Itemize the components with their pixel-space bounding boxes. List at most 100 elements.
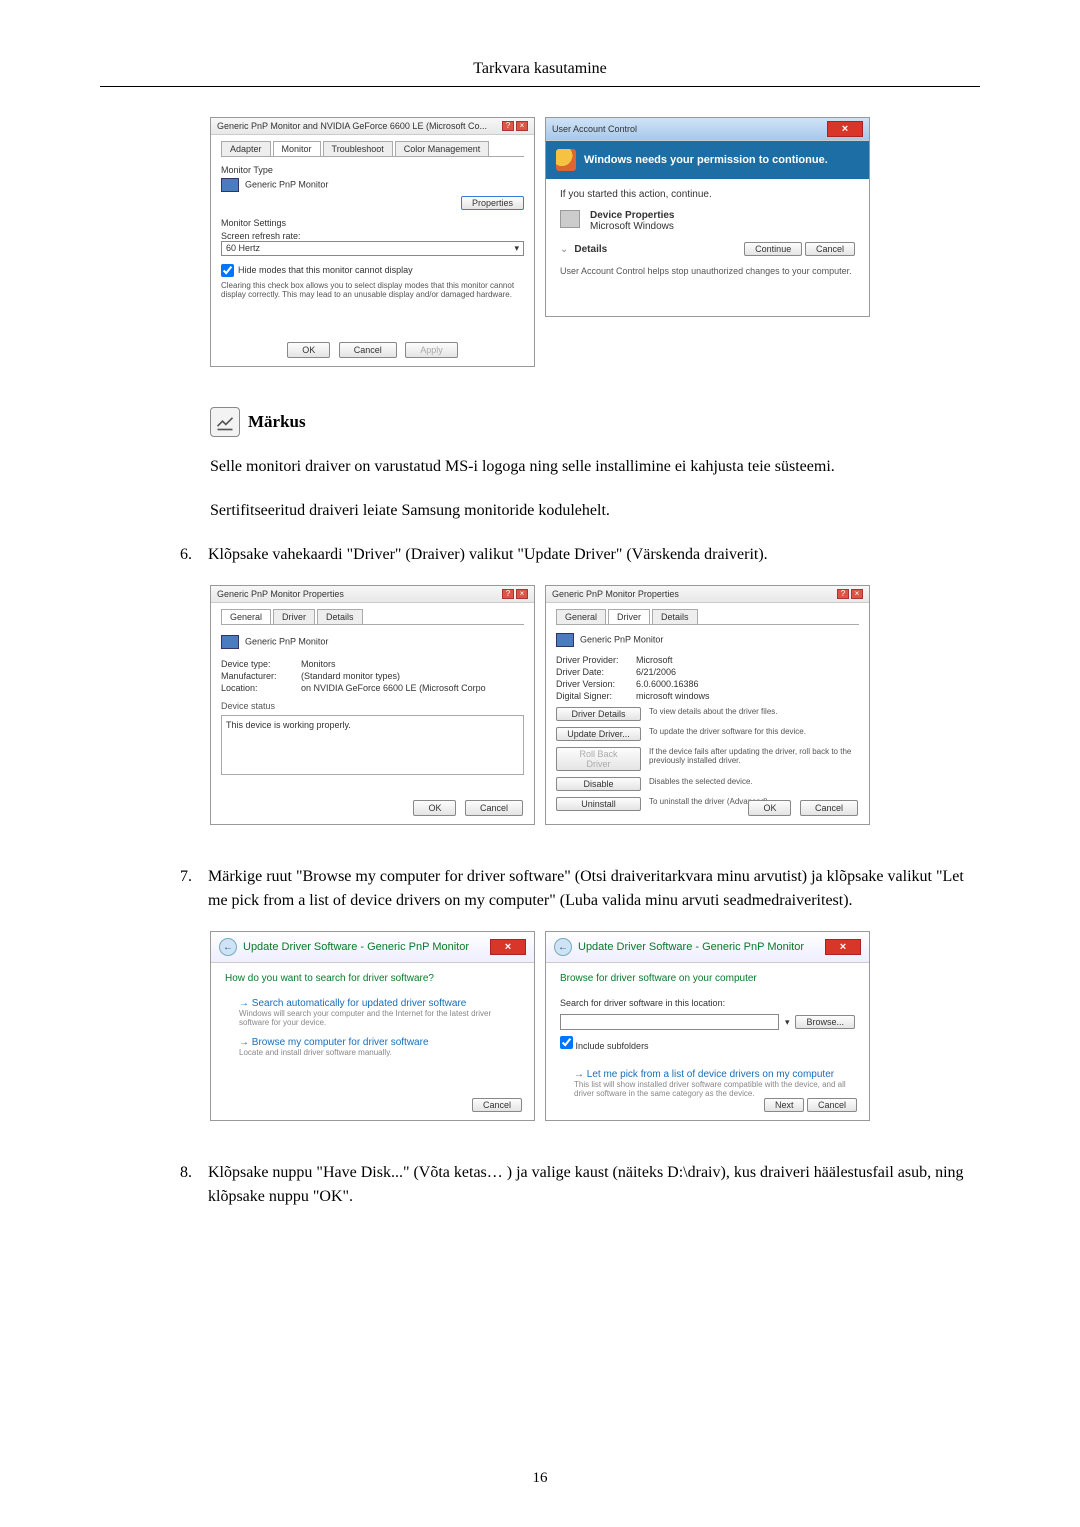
- wizard-breadcrumb: Update Driver Software - Generic PnP Mon…: [243, 941, 469, 953]
- note-label: Märkus: [248, 412, 306, 432]
- step-number: 8.: [180, 1161, 208, 1209]
- driver-details-desc: To view details about the driver files.: [649, 707, 859, 716]
- search-location-label: Search for driver software in this locat…: [560, 998, 855, 1008]
- note-paragraph-1: Selle monitori draiver on varustatud MS-…: [210, 455, 980, 479]
- uac-hint: User Account Control helps stop unauthor…: [560, 266, 855, 276]
- chevron-down-icon[interactable]: ▾: [785, 1017, 790, 1028]
- include-subfolders-checkbox[interactable]: [560, 1036, 573, 1049]
- tab-general[interactable]: General: [221, 609, 271, 624]
- uninstall-button[interactable]: Uninstall: [556, 797, 641, 811]
- tab-adapter[interactable]: Adapter: [221, 141, 271, 156]
- tab-details[interactable]: Details: [317, 609, 363, 624]
- option-browse-computer[interactable]: Browse my computer for driver software L…: [225, 1037, 520, 1057]
- next-button[interactable]: Next: [764, 1098, 805, 1112]
- step-text: Märkige ruut "Browse my computer for dri…: [208, 865, 980, 913]
- note-icon: [210, 407, 240, 437]
- monitor-icon: [221, 635, 239, 649]
- tab-color-management[interactable]: Color Management: [395, 141, 490, 156]
- tab-monitor[interactable]: Monitor: [273, 141, 321, 156]
- close-button[interactable]: ×: [827, 121, 863, 137]
- option-subtitle: Locate and install driver software manua…: [239, 1048, 520, 1057]
- cancel-button[interactable]: Cancel: [472, 1098, 522, 1112]
- date-label: Driver Date:: [556, 667, 636, 677]
- disable-desc: Disables the selected device.: [649, 777, 859, 786]
- cancel-button[interactable]: Cancel: [465, 800, 523, 816]
- window-controls[interactable]: ?×: [837, 589, 863, 599]
- window-controls[interactable]: ?×: [502, 121, 528, 131]
- hide-modes-checkbox[interactable]: [221, 264, 234, 277]
- option-search-auto[interactable]: Search automatically for updated driver …: [225, 998, 520, 1027]
- monitor-properties-dialog: Generic PnP Monitor and NVIDIA GeForce 6…: [210, 117, 535, 367]
- cancel-button[interactable]: Cancel: [800, 800, 858, 816]
- shield-icon: [556, 149, 576, 171]
- option-title: Browse my computer for driver software: [239, 1037, 520, 1048]
- uac-item-title: Device Properties: [590, 210, 675, 221]
- signer-label: Digital Signer:: [556, 691, 636, 701]
- hide-modes-label: Hide modes that this monitor cannot disp…: [238, 265, 413, 275]
- option-title: Search automatically for updated driver …: [239, 998, 520, 1009]
- ok-button[interactable]: OK: [748, 800, 791, 816]
- monitor-type-value: Generic PnP Monitor: [245, 179, 328, 189]
- disable-button[interactable]: Disable: [556, 777, 641, 791]
- monitor-type-label: Monitor Type: [221, 165, 524, 175]
- hide-modes-description: Clearing this check box allows you to se…: [221, 281, 524, 299]
- include-subfolders-label: Include subfolders: [576, 1041, 649, 1051]
- header-rule: [100, 86, 980, 87]
- device-properties-icon: [560, 210, 580, 228]
- path-input[interactable]: [560, 1014, 779, 1030]
- uac-dialog: User Account Control × Windows needs you…: [545, 117, 870, 317]
- ok-button[interactable]: OK: [287, 342, 330, 358]
- step-number: 7.: [180, 865, 208, 913]
- option-title: Let me pick from a list of device driver…: [574, 1069, 855, 1080]
- details-toggle[interactable]: Details: [574, 244, 607, 255]
- properties-general-dialog: Generic PnP Monitor Properties?× General…: [210, 585, 535, 825]
- properties-button[interactable]: Properties: [461, 196, 524, 210]
- tab-details[interactable]: Details: [652, 609, 698, 624]
- ok-button[interactable]: OK: [413, 800, 456, 816]
- apply-button[interactable]: Apply: [405, 342, 458, 358]
- tab-general[interactable]: General: [556, 609, 606, 624]
- back-button[interactable]: ←: [219, 938, 237, 956]
- tab-troubleshoot[interactable]: Troubleshoot: [323, 141, 393, 156]
- uac-item-subtitle: Microsoft Windows: [590, 221, 675, 232]
- monitor-settings-label: Monitor Settings: [221, 218, 524, 228]
- dialog-title: Generic PnP Monitor Properties: [552, 589, 679, 599]
- driver-details-button[interactable]: Driver Details: [556, 707, 641, 721]
- refresh-rate-select[interactable]: 60 Hertz ▾: [221, 241, 524, 256]
- device-name: Generic PnP Monitor: [580, 634, 663, 644]
- update-driver-desc: To update the driver software for this d…: [649, 727, 859, 736]
- provider-value: Microsoft: [636, 655, 673, 665]
- refresh-rate-label: Screen refresh rate:: [221, 231, 524, 241]
- wizard-heading: Browse for driver software on your compu…: [560, 973, 855, 984]
- tab-driver[interactable]: Driver: [608, 609, 650, 624]
- manufacturer-value: (Standard monitor types): [301, 671, 400, 681]
- rollback-driver-desc: If the device fails after updating the d…: [649, 747, 859, 765]
- rollback-driver-button[interactable]: Roll Back Driver: [556, 747, 641, 771]
- refresh-rate-value: 60 Hertz: [226, 243, 260, 254]
- note-paragraph-2: Sertifitseeritud draiveri leiate Samsung…: [210, 499, 980, 523]
- chevron-down-icon[interactable]: ⌄: [560, 244, 568, 255]
- properties-driver-dialog: Generic PnP Monitor Properties ?× General…: [545, 585, 870, 825]
- update-driver-wizard-search: ← Update Driver Software - Generic PnP M…: [210, 931, 535, 1121]
- version-value: 6.0.6000.16386: [636, 679, 699, 689]
- continue-button[interactable]: Continue: [744, 242, 802, 256]
- back-button[interactable]: ←: [554, 938, 572, 956]
- close-button[interactable]: ×: [490, 939, 526, 955]
- manufacturer-label: Manufacturer:: [221, 671, 301, 681]
- cancel-button[interactable]: Cancel: [805, 242, 855, 256]
- tab-driver[interactable]: Driver: [273, 609, 315, 624]
- wizard-question: How do you want to search for driver sof…: [225, 973, 520, 984]
- device-name: Generic PnP Monitor: [245, 636, 328, 646]
- page-number: 16: [0, 1470, 1080, 1487]
- update-driver-button[interactable]: Update Driver...: [556, 727, 641, 741]
- chevron-down-icon: ▾: [514, 243, 519, 254]
- window-controls[interactable]: ?×: [502, 589, 528, 599]
- cancel-button[interactable]: Cancel: [339, 342, 397, 358]
- date-value: 6/21/2006: [636, 667, 676, 677]
- step-text: Klõpsake nuppu "Have Disk..." (Võta keta…: [208, 1161, 980, 1209]
- close-button[interactable]: ×: [825, 939, 861, 955]
- signer-value: microsoft windows: [636, 691, 710, 701]
- cancel-button[interactable]: Cancel: [807, 1098, 857, 1112]
- browse-button[interactable]: Browse...: [795, 1015, 855, 1029]
- step-text: Klõpsake vahekaardi "Driver" (Draiver) v…: [208, 543, 980, 567]
